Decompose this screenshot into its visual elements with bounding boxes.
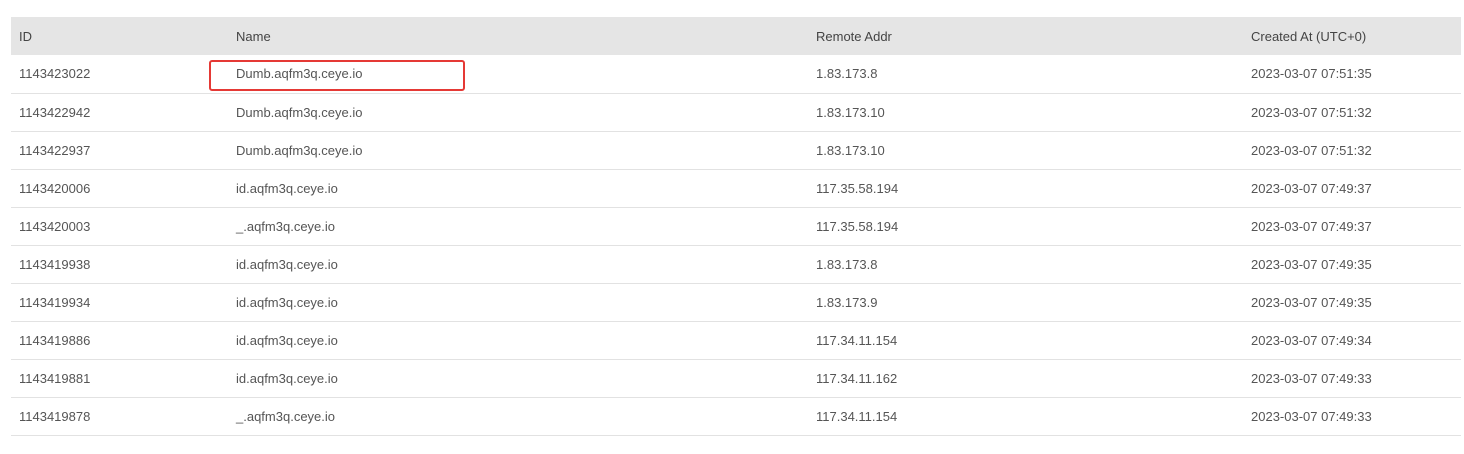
table-row: 1143419886 id.aqfm3q.ceye.io 117.34.11.154… bbox=[11, 321, 1461, 359]
table-row: 1143423022 Dumb.aqfm3q.ceye.io 1.83.173.8 2… bbox=[11, 55, 1461, 93]
cell-created-at: 2023-03-07 07:49:35 bbox=[1251, 294, 1372, 310]
table-row: 1143420006 id.aqfm3q.ceye.io 117.35.58.194… bbox=[11, 169, 1461, 207]
cell-created-at: 2023-03-07 07:51:32 bbox=[1251, 142, 1372, 158]
cell-name: _.aqfm3q.ceye.io bbox=[236, 218, 336, 234]
column-header-created-at: Created At (UTC+0) bbox=[1251, 28, 1367, 44]
cell-created-at: 2023-03-07 07:49:37 bbox=[1251, 180, 1372, 196]
cell-name: id.aqfm3q.ceye.io bbox=[236, 370, 338, 386]
cell-created-at: 2023-03-07 07:49:33 bbox=[1251, 408, 1372, 424]
cell-created-at: 2023-03-07 07:49:34 bbox=[1251, 332, 1372, 348]
cell-name: _.aqfm3q.ceye.io bbox=[236, 408, 336, 424]
table-row: 1143419934 id.aqfm3q.ceye.io 1.83.173.9 202… bbox=[11, 283, 1461, 321]
cell-remote-addr: 117.34.11.162 bbox=[816, 370, 898, 386]
table-row: 1143419938 id.aqfm3q.ceye.io 1.83.173.8 202… bbox=[11, 245, 1461, 283]
cell-id: 1143419934 bbox=[19, 294, 91, 310]
cell-id: 1143419878 bbox=[19, 408, 91, 424]
cell-remote-addr: 117.34.11.154 bbox=[816, 332, 898, 348]
cell-id: 1143420006 bbox=[19, 180, 91, 196]
cell-id: 1143423022 bbox=[19, 66, 91, 82]
cell-remote-addr: 117.34.11.154 bbox=[816, 408, 898, 424]
cell-id: 1143422942 bbox=[19, 104, 91, 120]
cell-name: id.aqfm3q.ceye.io bbox=[236, 332, 338, 348]
cell-id: 1143422937 bbox=[19, 142, 91, 158]
table-row: 1143420003 _.aqfm3q.ceye.io 117.35.58.194 2… bbox=[11, 207, 1461, 245]
cell-name: id.aqfm3q.ceye.io bbox=[236, 180, 338, 196]
cell-name: id.aqfm3q.ceye.io bbox=[236, 256, 338, 272]
cell-id: 1143419886 bbox=[19, 332, 91, 348]
table-row: 1143419881 id.aqfm3q.ceye.io 117.34.11.162… bbox=[11, 359, 1461, 397]
table-row: 1143422937 Dumb.aqfm3q.ceye.io 1.83.173.10… bbox=[11, 131, 1461, 169]
table-header: ID Name Remote Addr Created At (UTC+0) bbox=[11, 17, 1461, 55]
cell-name: Dumb.aqfm3q.ceye.io bbox=[236, 142, 363, 158]
cell-remote-addr: 1.83.173.8 bbox=[816, 66, 878, 82]
column-header-remote-addr: Remote Addr bbox=[816, 28, 892, 44]
cell-remote-addr: 1.83.173.9 bbox=[816, 294, 878, 310]
cell-name: Dumb.aqfm3q.ceye.io bbox=[236, 104, 363, 120]
table-row: 1143422942 Dumb.aqfm3q.ceye.io 1.83.173.10… bbox=[11, 93, 1461, 131]
table-body: 1143423022 Dumb.aqfm3q.ceye.io 1.83.173.8 2… bbox=[11, 55, 1461, 435]
dns-records-table: ID Name Remote Addr Created At (UTC+0) 1… bbox=[11, 17, 1461, 436]
cell-name: id.aqfm3q.ceye.io bbox=[236, 294, 338, 310]
cell-created-at: 2023-03-07 07:49:37 bbox=[1251, 218, 1372, 234]
cell-remote-addr: 117.35.58.194 bbox=[816, 218, 899, 234]
cell-name: Dumb.aqfm3q.ceye.io bbox=[236, 66, 363, 82]
cell-created-at: 2023-03-07 07:51:32 bbox=[1251, 104, 1372, 120]
cell-id: 1143420003 bbox=[19, 218, 91, 234]
column-header-id: ID bbox=[19, 28, 32, 44]
table-row: 1143419878 _.aqfm3q.ceye.io 117.34.11.154 2… bbox=[11, 397, 1461, 435]
records-table-container: ID Name Remote Addr Created At (UTC+0) 1… bbox=[11, 17, 1461, 436]
cell-remote-addr: 1.83.173.8 bbox=[816, 256, 878, 272]
table-header-row: ID Name Remote Addr Created At (UTC+0) bbox=[11, 17, 1461, 55]
cell-created-at: 2023-03-07 07:49:33 bbox=[1251, 370, 1372, 386]
cell-remote-addr: 1.83.173.10 bbox=[816, 142, 885, 158]
cell-id: 1143419881 bbox=[19, 370, 91, 386]
cell-remote-addr: 1.83.173.10 bbox=[816, 104, 885, 120]
cell-id: 1143419938 bbox=[19, 256, 91, 272]
cell-created-at: 2023-03-07 07:51:35 bbox=[1251, 66, 1372, 82]
column-header-name: Name bbox=[236, 28, 271, 44]
cell-remote-addr: 117.35.58.194 bbox=[816, 180, 899, 196]
cell-created-at: 2023-03-07 07:49:35 bbox=[1251, 256, 1372, 272]
